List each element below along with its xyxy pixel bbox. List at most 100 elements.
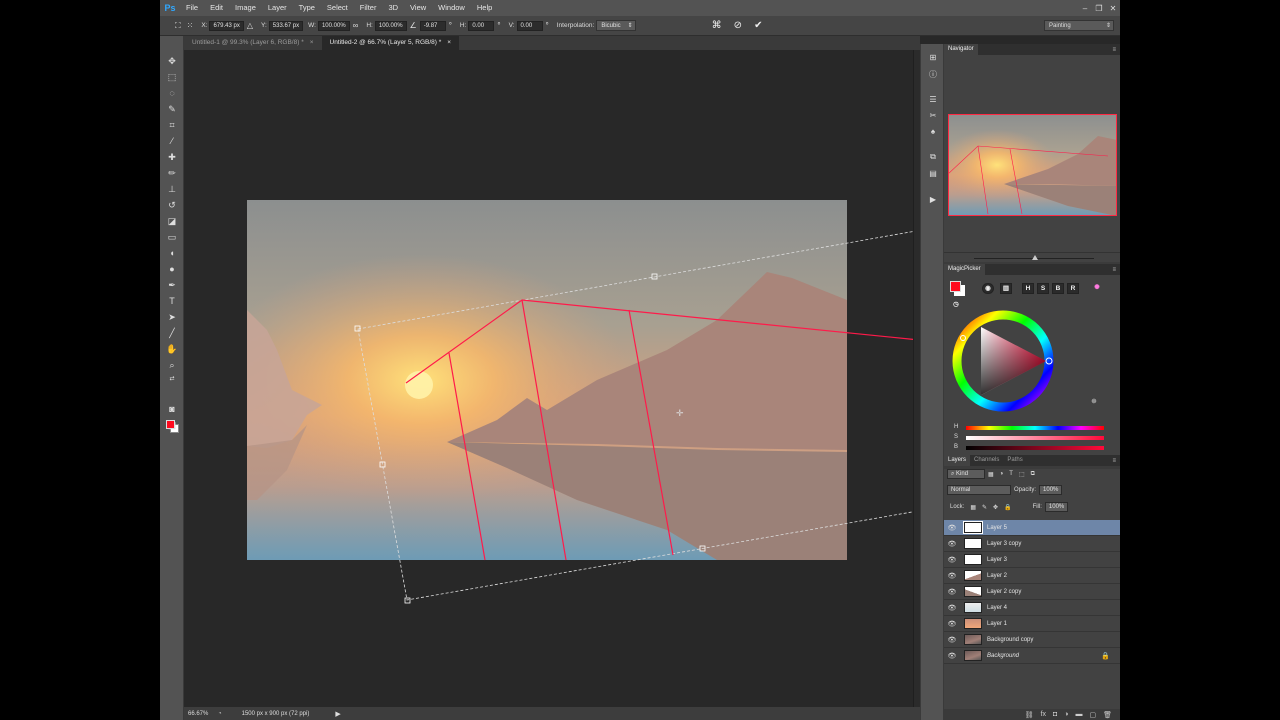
brush-presets-icon[interactable]: ♠ [927, 126, 939, 138]
visibility-eye-icon[interactable]: 👁 [944, 524, 960, 532]
minimize-icon[interactable]: – [1078, 4, 1092, 13]
fill-field[interactable]: 100% [1044, 502, 1069, 512]
zoom-level[interactable]: 66.67% [184, 711, 218, 717]
crop-tool-icon[interactable]: ⌗ [165, 118, 179, 132]
visibility-eye-icon[interactable]: 👁 [944, 604, 960, 612]
link-icon[interactable]: ∞ [353, 21, 359, 30]
blur-tool-icon[interactable]: ◖ [165, 246, 179, 260]
tab-channels[interactable]: Channels [970, 455, 1003, 466]
color-wheel[interactable] [951, 309, 1055, 413]
line-tool-icon[interactable]: ╱ [165, 326, 179, 340]
tab-paths[interactable]: Paths [1003, 455, 1026, 466]
menu-file[interactable]: File [180, 0, 204, 16]
menu-3d[interactable]: 3D [382, 0, 404, 16]
mp-reset-icon[interactable]: ⊛ [1088, 397, 1100, 408]
layer-row[interactable]: 👁 Layer 1 [944, 616, 1120, 632]
status-menu-arrow[interactable]: ▶ [335, 710, 340, 718]
navigator-zoom-slider[interactable] [944, 252, 1120, 262]
tab-close-icon[interactable]: × [310, 39, 314, 46]
hand-tool-icon[interactable]: ✋ [165, 342, 179, 356]
delete-layer-icon[interactable]: 🗑 [1103, 711, 1112, 719]
swatches-icon[interactable]: ▤ [927, 168, 939, 180]
menu-layer[interactable]: Layer [262, 0, 293, 16]
y-field[interactable]: 533.67 px [268, 20, 304, 31]
layer-row[interactable]: 👁 Background 🔒 [944, 648, 1120, 664]
layer-row[interactable]: 👁 Layer 5 [944, 520, 1120, 536]
foreground-color-swatch[interactable] [166, 420, 175, 429]
type-tool-icon[interactable]: T [165, 294, 179, 308]
saturation-slider[interactable] [966, 436, 1104, 440]
history-icon[interactable]: ⊞ [927, 52, 939, 64]
panel-menu-icon[interactable]: ≡ [1112, 267, 1120, 273]
tab-layers[interactable]: Layers [944, 455, 971, 466]
swap-colors-icon[interactable]: ⇄ [165, 372, 179, 386]
lock-position-icon[interactable]: ✥ [993, 504, 998, 511]
clone-source-icon[interactable]: ⧉ [927, 151, 939, 163]
width-field[interactable]: 100.00% [317, 20, 350, 31]
quick-select-tool-icon[interactable]: ✎ [165, 102, 179, 116]
canvas-area[interactable]: ✛ [184, 50, 913, 707]
hskew-field[interactable]: 0.00 [468, 20, 495, 31]
menu-select[interactable]: Select [321, 0, 354, 16]
menu-edit[interactable]: Edit [204, 0, 229, 16]
tab-magicpicker[interactable]: MagicPicker [944, 264, 985, 275]
transform-handle-bottom-left[interactable] [404, 597, 411, 604]
visibility-eye-icon[interactable]: 👁 [944, 588, 960, 596]
tab-close-icon[interactable]: × [447, 39, 451, 46]
lock-transparent-icon[interactable]: ▦ [970, 504, 976, 511]
mp-wheel-mode-icon[interactable]: ◉ [982, 283, 994, 294]
layer-row[interactable]: 👁 Layer 3 [944, 552, 1120, 568]
brightness-slider[interactable] [966, 446, 1104, 450]
vertical-scrollbar[interactable] [913, 50, 920, 707]
tab-untitled-2[interactable]: Untitled-2 @ 66.7% (Layer 5, RGB/8) * × [321, 36, 460, 50]
filter-shape-icon[interactable]: ⬚ [1019, 471, 1025, 478]
adjustments-icon[interactable]: ☰ [927, 94, 939, 106]
brush-tool-icon[interactable]: ✏ [165, 166, 179, 180]
angle-field[interactable]: -9.87 [419, 20, 446, 31]
visibility-eye-icon[interactable]: 👁 [944, 556, 960, 564]
info-icon[interactable]: ⓘ [927, 69, 939, 81]
menu-help[interactable]: Help [471, 0, 498, 16]
menu-filter[interactable]: Filter [354, 0, 383, 16]
layer-row[interactable]: 👁 Layer 2 copy [944, 584, 1120, 600]
panel-menu-icon[interactable]: ≡ [1112, 47, 1120, 53]
path-select-tool-icon[interactable]: ➤ [165, 310, 179, 324]
cancel-transform-icon[interactable]: ⊘ [734, 20, 742, 31]
menu-image[interactable]: Image [229, 0, 262, 16]
hue-slider[interactable] [966, 426, 1104, 430]
menu-window[interactable]: Window [432, 0, 471, 16]
gradient-tool-icon[interactable]: ▭ [165, 230, 179, 244]
warp-icon[interactable]: ⌘ [712, 20, 722, 31]
dodge-tool-icon[interactable]: ● [165, 262, 179, 276]
menu-type[interactable]: Type [293, 0, 321, 16]
new-group-icon[interactable]: ▬ [1075, 711, 1082, 718]
link-layers-icon[interactable]: ⛓ [1025, 711, 1034, 719]
move-tool-icon[interactable]: ✥ [165, 54, 179, 68]
filter-adjustment-icon[interactable]: ◑ [1000, 471, 1004, 477]
tab-untitled-1[interactable]: Untitled-1 @ 99.3% (Layer 6, RGB/8) * × [184, 36, 322, 50]
filter-type-icon[interactable]: T [1009, 471, 1013, 477]
mp-button-s[interactable]: S [1037, 283, 1049, 294]
tool-presets-icon[interactable]: ✂ [927, 110, 939, 122]
navigator-thumbnail[interactable] [948, 114, 1117, 216]
x-field[interactable]: 679.43 px [209, 20, 244, 31]
mp-button-b[interactable]: B [1052, 283, 1064, 294]
opacity-field[interactable]: 100% [1039, 485, 1063, 495]
mp-button-h[interactable]: H [1022, 283, 1034, 294]
delta-icon[interactable]: △ [247, 21, 253, 30]
clone-stamp-tool-icon[interactable]: ⊥ [165, 182, 179, 196]
commit-transform-icon[interactable]: ✔ [754, 20, 762, 31]
restore-icon[interactable]: ❐ [1092, 4, 1106, 13]
visibility-eye-icon[interactable]: 👁 [944, 636, 960, 644]
mp-button-r[interactable]: R [1067, 283, 1079, 294]
height-field[interactable]: 100.00% [374, 20, 407, 31]
layer-row[interactable]: 👁 Layer 4 [944, 600, 1120, 616]
filter-smart-object-icon[interactable]: ⧉ [1031, 471, 1035, 478]
add-mask-icon[interactable]: ◘ [1053, 711, 1057, 718]
slider-knob[interactable] [1032, 255, 1038, 260]
layer-row[interactable]: 👁 Layer 3 copy [944, 536, 1120, 552]
visibility-eye-icon[interactable]: 👁 [944, 540, 960, 548]
healing-brush-tool-icon[interactable]: ✚ [165, 150, 179, 164]
lock-image-icon[interactable]: ✎ [982, 504, 987, 511]
interpolation-select[interactable]: Bicubic [596, 20, 636, 31]
